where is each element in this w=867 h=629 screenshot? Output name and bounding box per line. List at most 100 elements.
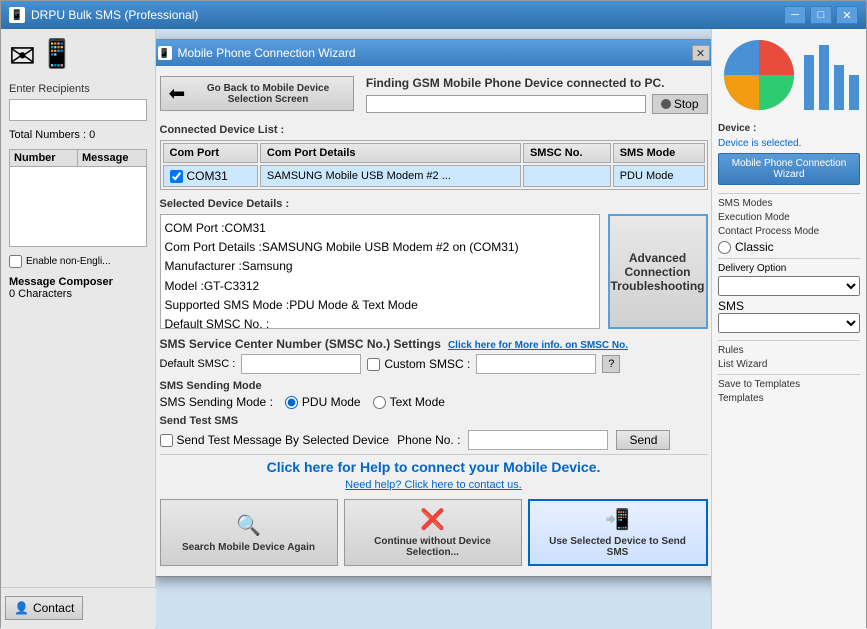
- app-title: DRPU Bulk SMS (Professional): [31, 8, 784, 22]
- sidebar-contact-process-mode[interactable]: Contact Process Mode: [718, 226, 860, 237]
- col-sms-mode-header: SMS Mode: [613, 143, 705, 163]
- sms-sending-mode-title: SMS Sending Mode: [160, 380, 708, 392]
- smsc-settings-title: SMS Service Center Number (SMSC No.) Set…: [160, 337, 708, 351]
- help-link[interactable]: Need help? Click here to contact us.: [160, 479, 708, 491]
- phone-no-label: Phone No. :: [397, 433, 460, 447]
- device-label: Device :: [718, 123, 860, 134]
- sidebar-divider-1: [718, 193, 860, 194]
- sms-mode-row: SMS Sending Mode : PDU Mode Text Mode: [160, 395, 708, 409]
- use-selected-device-button[interactable]: 📲 Use Selected Device to Send SMS: [528, 499, 708, 566]
- titlebar-controls[interactable]: ─ □ ✕: [784, 6, 858, 24]
- smsc-row: Default SMSC : Custom SMSC : ?: [160, 354, 708, 374]
- left-icons: ✉ 📱: [9, 37, 147, 75]
- pdu-mode-radio[interactable]: [285, 396, 298, 409]
- smsc-help-button[interactable]: ?: [602, 355, 620, 373]
- minimize-button[interactable]: ─: [784, 6, 806, 24]
- center-area: 📱 Mobile Phone Connection Wizard ✕ ⬅ Go …: [156, 29, 711, 629]
- enable-non-english-label[interactable]: Enable non-Engli...: [9, 255, 147, 268]
- app-icon: 📱: [9, 7, 25, 23]
- details-area: COM Port :COM31 Com Port Details :SAMSUN…: [160, 214, 708, 329]
- user-icon: 👤: [14, 601, 29, 615]
- device-table-body: COM31 SAMSUNG Mobile USB Modem #2 ... PD…: [163, 165, 705, 187]
- char-count: 0 Characters: [9, 288, 147, 300]
- classic-radio[interactable]: [718, 241, 731, 254]
- col-message-header: Message: [78, 150, 146, 166]
- sidebar-save-templates[interactable]: Save to Templates: [718, 379, 860, 390]
- sidebar-list-wizard[interactable]: List Wizard: [718, 359, 860, 370]
- help-text[interactable]: Click here for Help to connect your Mobi…: [160, 459, 708, 475]
- device-table-head: Com Port Com Port Details SMSC No. SMS M…: [163, 143, 705, 163]
- table-header: Number Message: [9, 149, 147, 167]
- search-mobile-button[interactable]: 🔍 Search Mobile Device Again: [160, 499, 338, 566]
- message-composer-label: Message Composer: [9, 276, 147, 288]
- app-content: ✉ 📱 Enter Recipients Total Numbers : 0 N…: [1, 29, 866, 629]
- sidebar-execution-mode[interactable]: Execution Mode: [718, 212, 860, 223]
- sms-label: SMS: [718, 299, 744, 313]
- send-test-button[interactable]: Send: [616, 430, 670, 450]
- device-table: Com Port Com Port Details SMSC No. SMS M…: [160, 140, 708, 190]
- sidebar-templates[interactable]: Templates: [718, 393, 860, 404]
- continue-label: Continue without Device Selection...: [357, 536, 509, 558]
- custom-smsc-checkbox-group: Custom SMSC :: [367, 357, 470, 371]
- table-row[interactable]: COM31 SAMSUNG Mobile USB Modem #2 ... PD…: [163, 165, 705, 187]
- col-smsc-no-header: SMSC No.: [523, 143, 611, 163]
- bar-chart-svg: [799, 35, 859, 115]
- sidebar-divider-4: [718, 374, 860, 375]
- close-button[interactable]: ✕: [836, 6, 858, 24]
- go-back-button[interactable]: ⬅ Go Back to Mobile Device Selection Scr…: [160, 76, 354, 111]
- send-test-row: Send Test Message By Selected Device Pho…: [160, 430, 708, 450]
- sidebar-rules[interactable]: Rules: [718, 345, 860, 356]
- com-port-cell: COM31: [163, 165, 258, 187]
- sidebar-sms-modes[interactable]: SMS Modes: [718, 198, 860, 209]
- stop-button[interactable]: Stop: [652, 94, 708, 114]
- pdu-mode-option[interactable]: PDU Mode: [285, 395, 361, 409]
- text-mode-label: Text Mode: [390, 395, 445, 409]
- pdu-mode-label: PDU Mode: [302, 395, 361, 409]
- left-sidebar: ✉ 📱 Enter Recipients Total Numbers : 0 N…: [1, 29, 156, 629]
- modal-close-button[interactable]: ✕: [692, 45, 710, 61]
- col-number-header: Number: [10, 150, 78, 166]
- go-back-icon: ⬅: [169, 81, 186, 106]
- right-sidebar: Device : Device is selected. Mobile Phon…: [711, 29, 866, 629]
- maximize-button[interactable]: □: [810, 6, 832, 24]
- wizard-button[interactable]: Mobile Phone Connection Wizard: [718, 153, 860, 185]
- detail-line-3: Model :GT-C3312: [165, 277, 595, 296]
- contact-button[interactable]: 👤 Contact: [5, 596, 83, 620]
- detail-line-0: COM Port :COM31: [165, 219, 595, 238]
- custom-smsc-input[interactable]: [476, 354, 596, 374]
- default-smsc-input[interactable]: [241, 354, 361, 374]
- right-chart: [718, 35, 860, 115]
- device-details-textbox[interactable]: COM Port :COM31 Com Port Details :SAMSUN…: [160, 214, 600, 329]
- custom-smsc-checkbox[interactable]: [367, 358, 380, 371]
- recipients-table-body: [9, 167, 147, 247]
- continue-icon: ❌: [420, 507, 445, 532]
- modal-title: Mobile Phone Connection Wizard: [178, 46, 692, 60]
- adv-troubleshoot-label: Advanced Connection Troubleshooting: [611, 251, 705, 293]
- detail-line-1: Com Port Details :SAMSUNG Mobile USB Mod…: [165, 238, 595, 257]
- detail-line-5: Default SMSC No. :: [165, 315, 595, 329]
- send-test-sms-title: Send Test SMS: [160, 415, 708, 427]
- detail-line-2: Manufacturer :Samsung: [165, 257, 595, 276]
- finding-area: Finding GSM Mobile Phone Device connecte…: [366, 76, 708, 114]
- text-mode-radio[interactable]: [373, 396, 386, 409]
- sms-type-select[interactable]: [718, 313, 860, 333]
- continue-without-button[interactable]: ❌ Continue without Device Selection...: [344, 499, 522, 566]
- pie-slice-green: [759, 75, 794, 110]
- device-checkbox[interactable]: [170, 170, 183, 183]
- recipients-input[interactable]: [9, 99, 147, 121]
- enter-recipients-label: Enter Recipients: [9, 83, 147, 95]
- delivery-option-select[interactable]: [718, 276, 860, 296]
- search-mobile-icon: 🔍: [236, 513, 261, 538]
- modal-titlebar: 📱 Mobile Phone Connection Wizard ✕: [156, 40, 711, 66]
- phone-icon: 📱: [40, 37, 75, 75]
- enable-non-english-checkbox[interactable]: [9, 255, 22, 268]
- phone-no-input[interactable]: [468, 430, 608, 450]
- text-mode-option[interactable]: Text Mode: [373, 395, 445, 409]
- smsc-info-link[interactable]: Click here for More info. on SMSC No.: [448, 340, 628, 351]
- envelope-icon: ✉: [9, 37, 36, 75]
- com-port-value: COM31: [187, 169, 228, 183]
- advanced-troubleshoot-button[interactable]: Advanced Connection Troubleshooting: [608, 214, 708, 329]
- use-device-icon: 📲: [605, 507, 630, 532]
- send-test-checkbox[interactable]: [160, 434, 173, 447]
- sms-mode-cell: PDU Mode: [613, 165, 705, 187]
